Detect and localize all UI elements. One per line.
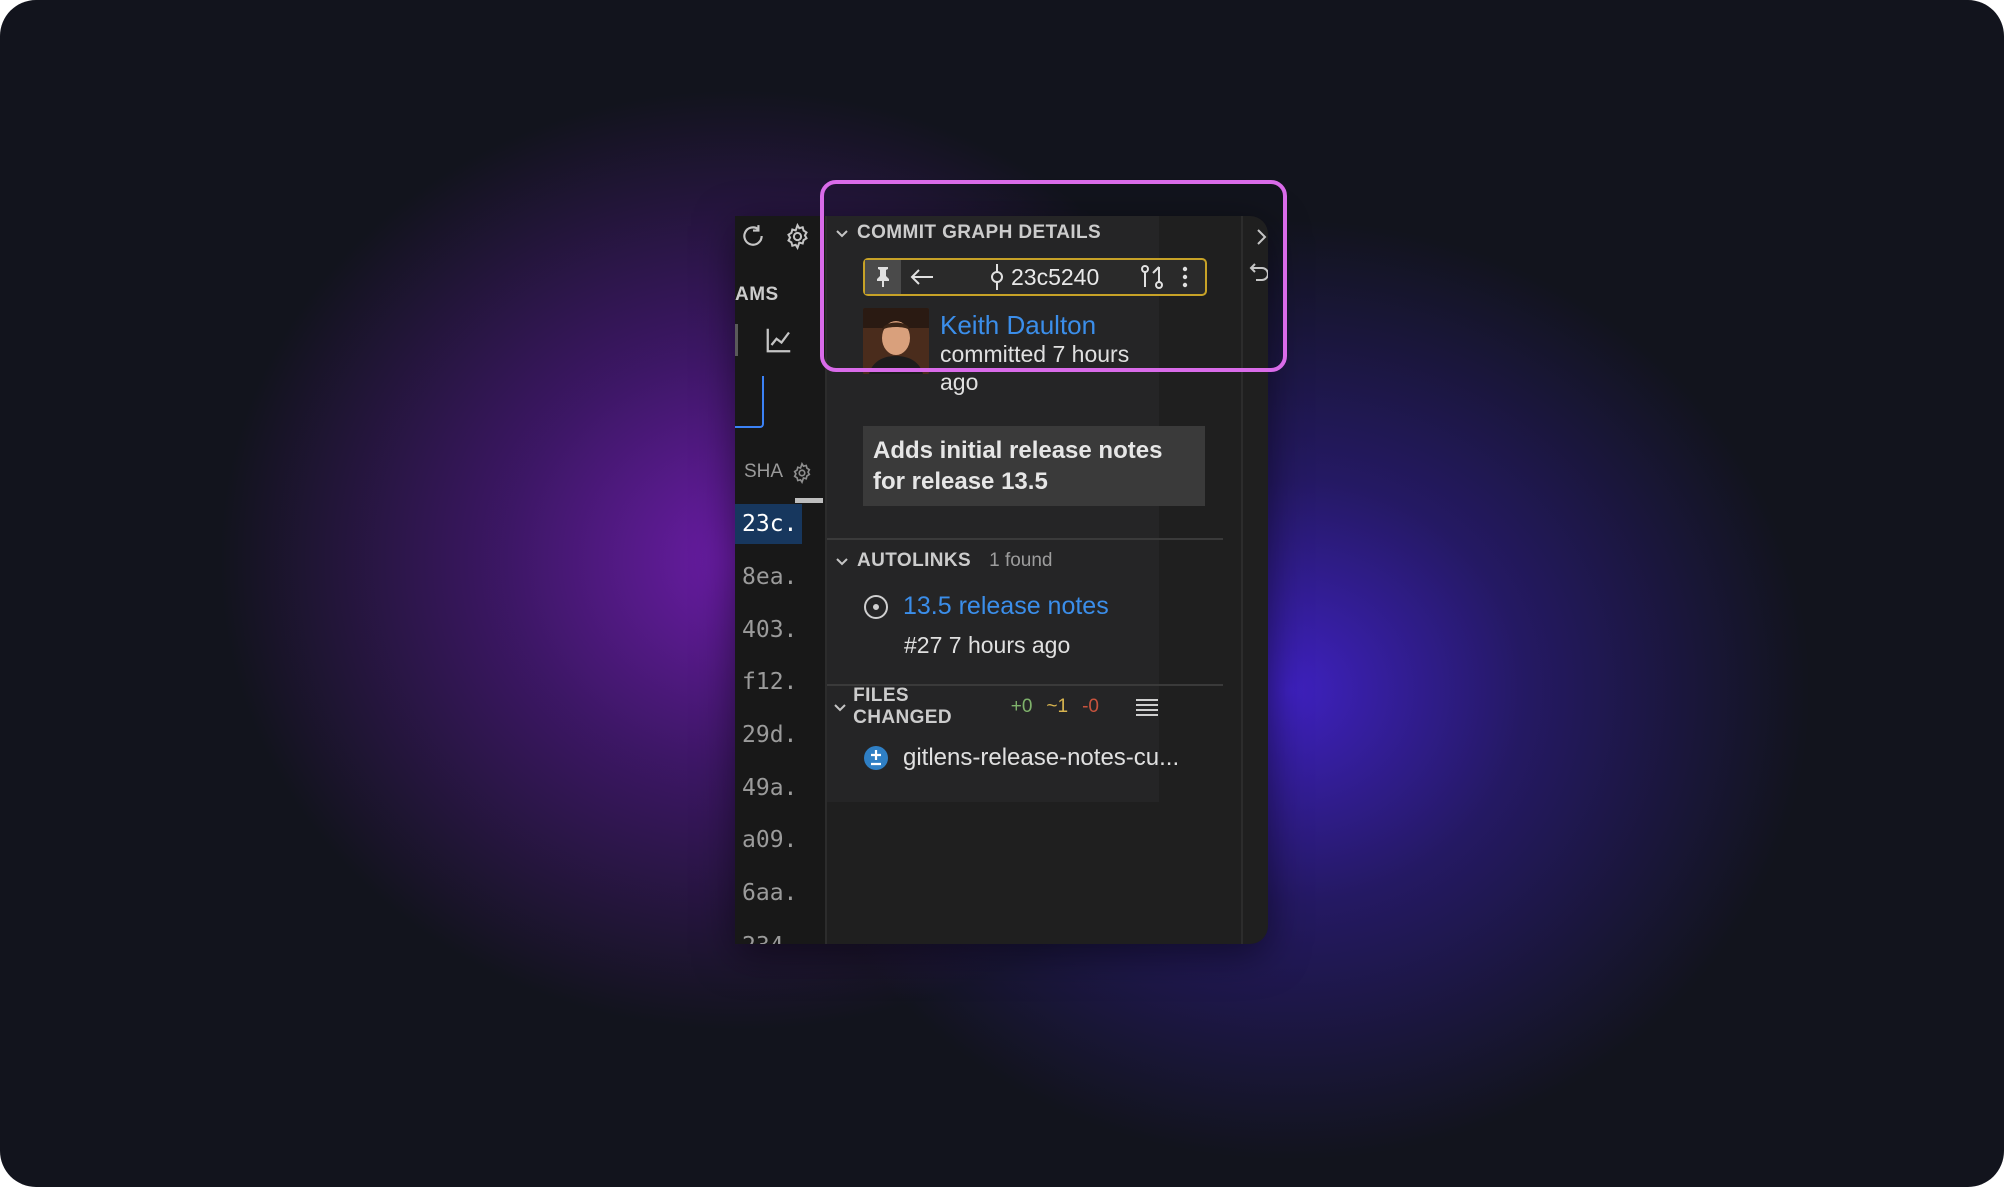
- gear-icon[interactable]: [784, 223, 811, 250]
- graph-row[interactable]: 403.: [735, 610, 802, 650]
- refresh-icon[interactable]: [740, 223, 766, 249]
- commit-sha: 23c5240: [1011, 263, 1100, 290]
- pin-icon: [877, 267, 889, 287]
- autolink-meta: #27 7 hours ago: [904, 632, 1071, 658]
- arrow-left-icon: [910, 269, 933, 285]
- more-vertical-icon: [1182, 266, 1188, 288]
- section-label-fragment: AMS: [735, 284, 779, 305]
- autolinks-header[interactable]: AUTOLINKS 1 found: [827, 544, 1159, 578]
- file-name: gitlens-release-notes-cu...: [903, 744, 1180, 771]
- chevron-down-icon: [827, 553, 857, 569]
- deleted-count: -0: [1082, 696, 1099, 717]
- graph-row-selected[interactable]: 23c.: [735, 504, 802, 544]
- section-title: FILES CHANGED: [853, 685, 952, 728]
- pin-button[interactable]: [865, 260, 901, 294]
- file-modified-icon: [864, 746, 888, 770]
- graph-row[interactable]: 6aa.: [735, 873, 802, 913]
- git-compare-icon: [1141, 265, 1163, 289]
- graph-row[interactable]: 234: [735, 926, 802, 944]
- issue-icon: [864, 594, 888, 619]
- column-settings-icon[interactable]: [791, 462, 813, 484]
- toolbar-divider: [735, 324, 738, 356]
- commit-graph-strip: AMS SHA 23c. 8ea. 403. f12. 29d. 49a. a0…: [735, 216, 825, 944]
- commit-toolbar: 23c5240: [863, 258, 1207, 296]
- sha-column-header[interactable]: SHA: [744, 461, 783, 483]
- section-title: AUTOLINKS: [857, 550, 972, 571]
- author-name-link[interactable]: Keith Daulton: [940, 310, 1096, 341]
- graph-row[interactable]: a09.: [735, 820, 802, 860]
- graph-row[interactable]: 29d.: [735, 715, 802, 755]
- chevron-down-icon: [827, 699, 853, 715]
- modified-count: ~1: [1046, 696, 1069, 717]
- gitlens-panel: AMS SHA 23c. 8ea. 403. f12. 29d. 49a. a0…: [735, 216, 1268, 944]
- pane-divider[interactable]: [1241, 216, 1243, 944]
- commit-message: Adds initial release notes for release 1…: [863, 426, 1205, 506]
- commit-time: committed 7 hours ago: [940, 341, 1130, 395]
- backdrop: AMS SHA 23c. 8ea. 403. f12. 29d. 49a. a0…: [0, 0, 2004, 1187]
- commit-graph-details-header[interactable]: COMMIT GRAPH DETAILS: [827, 216, 1159, 250]
- graph-row[interactable]: 8ea.: [735, 557, 802, 597]
- changed-file-item[interactable]: gitlens-release-notes-cu...: [863, 744, 1179, 772]
- commit-sha-button[interactable]: 23c5240: [989, 260, 1099, 294]
- chart-icon[interactable]: [764, 325, 794, 355]
- files-changed-header[interactable]: FILES CHANGED +0 ~1 -0: [827, 685, 1159, 728]
- chevron-right-icon[interactable]: [1255, 228, 1268, 246]
- section-title: COMMIT GRAPH DETAILS: [857, 222, 1102, 243]
- autolinks-count: 1 found: [989, 550, 1053, 571]
- empty-panel-area: [827, 802, 1159, 944]
- compare-button[interactable]: [1139, 260, 1165, 294]
- author-avatar[interactable]: [863, 308, 929, 374]
- graph-row[interactable]: 49a.: [735, 768, 802, 808]
- commit-details-panel: COMMIT GRAPH DETAILS 23c5240 Keith Dault…: [827, 216, 1223, 802]
- undo-icon[interactable]: [1248, 262, 1268, 290]
- list-view-icon[interactable]: [1135, 697, 1159, 717]
- added-count: +0: [1010, 696, 1033, 717]
- back-button[interactable]: [909, 260, 935, 294]
- autolink-title[interactable]: 13.5 release notes: [903, 592, 1109, 621]
- focused-control[interactable]: [735, 376, 764, 428]
- column-resize-handle[interactable]: [795, 498, 823, 503]
- graph-row[interactable]: f12.: [735, 662, 802, 702]
- git-commit-icon: [991, 264, 1003, 290]
- chevron-down-icon: [827, 225, 857, 241]
- divider: [827, 538, 1223, 540]
- more-actions-button[interactable]: [1181, 260, 1189, 294]
- autolink-item[interactable]: 13.5 release notes: [863, 592, 1109, 621]
